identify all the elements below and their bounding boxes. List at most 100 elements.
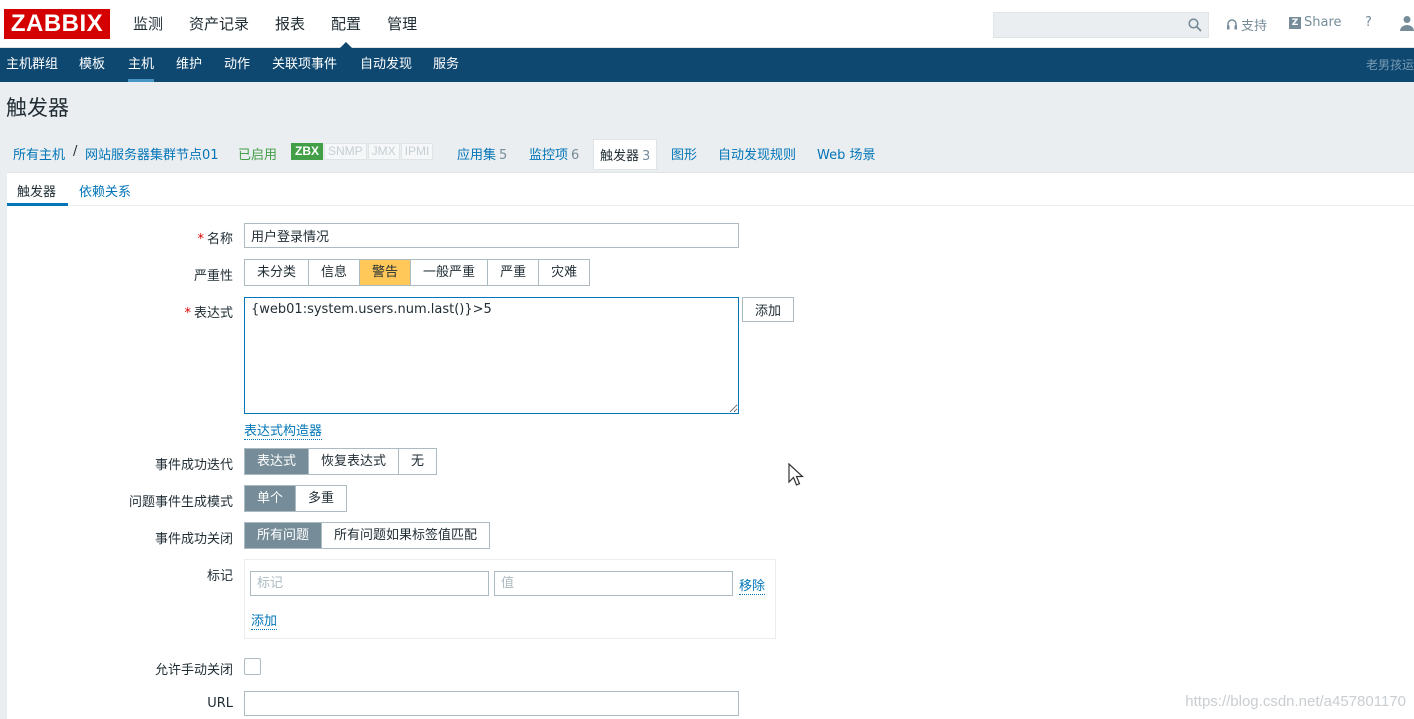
severity-information[interactable]: 信息 bbox=[309, 260, 361, 285]
top-bar: ZABBIX 监测 资产记录 报表 配置 管理 支持 Z Share ? bbox=[0, 0, 1414, 48]
url-label: URL bbox=[207, 696, 233, 711]
name-input[interactable] bbox=[244, 223, 739, 248]
severity-not-classified[interactable]: 未分类 bbox=[245, 260, 310, 285]
problem-mode-label: 问题事件生成模式 bbox=[128, 495, 233, 510]
expression-label-text: 表达式 bbox=[193, 306, 233, 321]
triggers-label: 触发器 bbox=[600, 149, 640, 164]
web-scenarios-link[interactable]: Web 场景 bbox=[817, 144, 875, 163]
severity-label: 严重性 bbox=[193, 269, 233, 284]
items-link[interactable]: 监控项 6 bbox=[529, 144, 579, 163]
menu-inventory[interactable]: 资产记录 bbox=[176, 0, 262, 48]
problem-mode-multiple[interactable]: 多重 bbox=[296, 486, 346, 511]
problem-mode-single[interactable]: 单个 bbox=[245, 486, 297, 511]
menu-reports[interactable]: 报表 bbox=[262, 0, 318, 48]
applications-count: 5 bbox=[499, 148, 508, 163]
jmx-badge: JMX bbox=[367, 143, 400, 160]
expression-textarea[interactable]: {web01:system.users.num.last()}>5 bbox=[244, 297, 739, 414]
zabbix-logo[interactable]: ZABBIX bbox=[4, 9, 110, 39]
ok-close-label: 事件成功关闭 bbox=[154, 532, 233, 547]
add-expression-button[interactable]: 添加 bbox=[742, 297, 795, 322]
name-label-text: 名称 bbox=[206, 232, 233, 247]
subnav-hosts[interactable]: 主机 bbox=[128, 48, 155, 82]
problem-mode-selector: 单个 多重 bbox=[244, 485, 348, 512]
expression-label: * 表达式 bbox=[184, 302, 233, 321]
subnav-actions[interactable]: 动作 bbox=[224, 48, 250, 82]
items-count: 6 bbox=[571, 148, 580, 163]
sub-nav: 主机群组 模板 主机 维护 动作 关联项事件 自动发现 服务 老男孩运 bbox=[0, 48, 1414, 82]
search-icon[interactable] bbox=[1188, 18, 1202, 32]
main-menu: 监测 资产记录 报表 配置 管理 bbox=[120, 0, 430, 48]
zabbix-share-icon: Z bbox=[1289, 16, 1301, 29]
ipmi-badge: IPMI bbox=[400, 143, 434, 160]
share-link[interactable]: Z Share bbox=[1289, 15, 1342, 30]
user-icon[interactable] bbox=[1400, 15, 1414, 31]
applications-link[interactable]: 应用集 5 bbox=[457, 144, 507, 163]
host-breadcrumb: 所有主机 / 网站服务器集群节点01 已启用 应用集 5 监控项 6 触发器 3 图形… bbox=[0, 132, 1414, 172]
help-link[interactable]: ? bbox=[1365, 15, 1372, 30]
triggers-link[interactable]: 触发器 3 bbox=[593, 139, 658, 170]
required-mark: * bbox=[197, 232, 204, 247]
name-label: * 名称 bbox=[197, 228, 233, 247]
menu-administration[interactable]: 管理 bbox=[374, 0, 430, 48]
severity-disaster[interactable]: 灾难 bbox=[539, 260, 589, 285]
host-status[interactable]: 已启用 bbox=[238, 144, 277, 163]
search-input[interactable] bbox=[994, 13, 1179, 37]
ok-close-all-problems[interactable]: 所有问题 bbox=[245, 523, 323, 548]
subnav-services[interactable]: 服务 bbox=[433, 48, 459, 82]
tab-dependencies[interactable]: 依赖关系 bbox=[79, 181, 131, 200]
graphs-link[interactable]: 图形 bbox=[671, 144, 697, 163]
manual-close-label: 允许手动关闭 bbox=[154, 663, 233, 678]
form-tabs: 触发器 依赖关系 bbox=[7, 173, 1414, 206]
mouse-cursor-icon bbox=[788, 463, 804, 486]
url-input[interactable] bbox=[244, 691, 739, 716]
severity-selector: 未分类 信息 警告 一般严重 严重 灾难 bbox=[244, 259, 591, 286]
global-search bbox=[993, 12, 1209, 38]
items-label: 监控项 bbox=[529, 148, 569, 163]
support-label: 支持 bbox=[1241, 19, 1268, 34]
headset-icon bbox=[1227, 18, 1237, 29]
add-tag-link[interactable]: 添加 bbox=[251, 610, 278, 630]
availability-badges: ZBX SNMP JMX IPMI bbox=[291, 143, 434, 160]
ok-close-selector: 所有问题 所有问题如果标签值匹配 bbox=[244, 522, 491, 549]
tags-table: 移除 添加 bbox=[244, 559, 776, 639]
severity-average[interactable]: 一般严重 bbox=[411, 260, 489, 285]
tag-value-input[interactable] bbox=[494, 571, 733, 596]
ok-close-tag-match[interactable]: 所有问题如果标签值匹配 bbox=[322, 523, 489, 548]
discovery-rules-link[interactable]: 自动发现规则 bbox=[718, 144, 796, 163]
menu-configuration[interactable]: 配置 bbox=[318, 0, 374, 48]
expression-builder-link[interactable]: 表达式构造器 bbox=[244, 420, 323, 440]
severity-high[interactable]: 严重 bbox=[488, 260, 540, 285]
all-hosts-link[interactable]: 所有主机 bbox=[13, 144, 65, 163]
active-tab-indicator bbox=[7, 203, 68, 206]
triggers-count: 3 bbox=[642, 149, 651, 164]
remove-tag-link[interactable]: 移除 bbox=[739, 575, 766, 595]
share-label: Share bbox=[1304, 15, 1342, 30]
ok-event-selector: 表达式 恢复表达式 无 bbox=[244, 448, 438, 475]
host-name-link[interactable]: 网站服务器集群节点01 bbox=[85, 144, 219, 163]
watermark-text: https://blog.csdn.net/a457801170 bbox=[1185, 693, 1406, 710]
ok-event-recovery-expression[interactable]: 恢复表达式 bbox=[309, 449, 400, 474]
snmp-badge: SNMP bbox=[324, 143, 367, 160]
ok-event-none[interactable]: 无 bbox=[399, 449, 436, 474]
subnav-maintenance[interactable]: 维护 bbox=[176, 48, 202, 82]
required-mark: * bbox=[184, 306, 191, 321]
severity-warning[interactable]: 警告 bbox=[360, 260, 412, 285]
menu-monitoring[interactable]: 监测 bbox=[120, 0, 176, 48]
manual-close-checkbox[interactable] bbox=[244, 658, 261, 675]
tags-label: 标记 bbox=[206, 569, 233, 584]
ok-event-expression[interactable]: 表达式 bbox=[245, 449, 310, 474]
subnav-host-groups[interactable]: 主机群组 bbox=[6, 48, 58, 82]
breadcrumb-separator: / bbox=[73, 144, 78, 159]
subnav-templates[interactable]: 模板 bbox=[79, 48, 105, 82]
subnav-discovery[interactable]: 自动发现 bbox=[360, 48, 412, 82]
ok-event-label: 事件成功迭代 bbox=[154, 458, 233, 473]
current-user: 老男孩运 bbox=[1365, 58, 1414, 72]
tab-trigger[interactable]: 触发器 bbox=[17, 181, 56, 200]
support-link[interactable]: 支持 bbox=[1226, 15, 1267, 34]
page-title: 触发器 bbox=[6, 96, 69, 120]
trigger-form-panel: 触发器 依赖关系 *名称 严重性 未分类 信息 警告 一般严重 严重 灾难 *表… bbox=[7, 172, 1414, 719]
subnav-correlation[interactable]: 关联项事件 bbox=[272, 48, 337, 82]
applications-label: 应用集 bbox=[457, 148, 497, 163]
zbx-badge: ZBX bbox=[291, 143, 323, 160]
tag-name-input[interactable] bbox=[250, 571, 489, 596]
